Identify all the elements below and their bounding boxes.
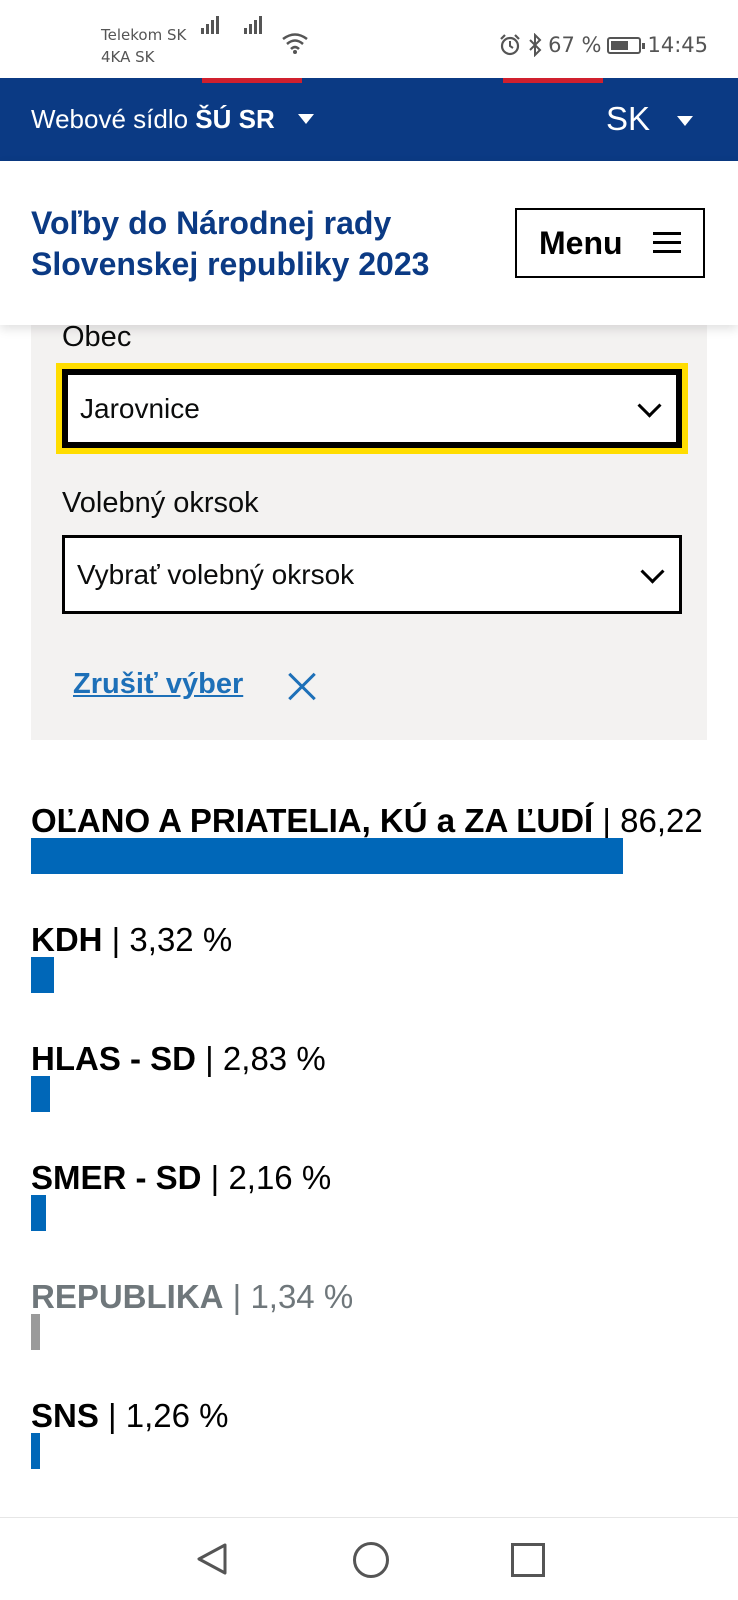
party-percent: 1,26 % xyxy=(125,1397,229,1434)
site-bar: Webové sídlo ŠÚ SR SK xyxy=(0,78,738,161)
party-result: REPUBLIKA | 1,34 % xyxy=(31,1276,353,1318)
wifi-icon xyxy=(282,33,308,54)
status-bar: Telekom SK 4KA SK 67 % 14:45 xyxy=(0,0,738,78)
okrsok-label: Volebný okrsok xyxy=(62,487,259,519)
party-name: KDH xyxy=(31,921,103,958)
system-nav-bar xyxy=(0,1517,738,1600)
menu-label: Menu xyxy=(539,224,623,261)
party-result: KDH | 3,32 % xyxy=(31,919,232,961)
okrsok-select[interactable]: Vybrať volebný okrsok xyxy=(62,535,682,614)
site-name: ŠÚ SR xyxy=(195,104,275,134)
bluetooth-icon xyxy=(529,33,542,57)
party-name: SNS xyxy=(31,1397,99,1434)
party-result-bar xyxy=(31,1433,40,1469)
battery-percent: 67 % xyxy=(548,33,602,57)
clock: 14:45 xyxy=(647,33,708,57)
flag-stripe-blue-2 xyxy=(402,78,503,83)
obec-value: Jarovnice xyxy=(80,392,200,424)
results-viewport: OĽANO A PRIATELIA, KÚ a ZA ĽUDÍ | 86,22 … xyxy=(31,800,706,1500)
flag-stripe-red-2 xyxy=(503,78,603,83)
party-percent: 2,83 % xyxy=(222,1040,326,1077)
party-result: OĽANO A PRIATELIA, KÚ a ZA ĽUDÍ | 86,22 … xyxy=(31,800,706,842)
chevron-down-icon xyxy=(637,393,662,418)
language-caret-icon[interactable] xyxy=(677,116,693,126)
menu-button[interactable]: Menu xyxy=(515,208,705,278)
party-percent: 3,32 % xyxy=(129,921,233,958)
hamburger-icon xyxy=(653,232,681,254)
party-percent: 2,16 % xyxy=(228,1159,332,1196)
flag-stripe-red xyxy=(202,78,302,83)
separator: | xyxy=(223,1278,251,1315)
close-icon[interactable] xyxy=(286,671,318,703)
party-percent: 86,22 % xyxy=(620,802,706,839)
site-switcher[interactable]: Webové sídlo ŠÚ SR xyxy=(31,100,275,138)
alarm-icon xyxy=(500,34,520,56)
obec-label: Obec xyxy=(62,321,132,353)
party-result: SMER - SD | 2,16 % xyxy=(31,1157,331,1199)
party-percent: 1,34 % xyxy=(250,1278,354,1315)
okrsok-value: Vybrať volebný okrsok xyxy=(77,558,355,590)
chevron-down-icon-2 xyxy=(640,559,665,584)
separator: | xyxy=(98,1397,126,1434)
recent-apps-icon[interactable] xyxy=(511,1543,545,1577)
party-result-bar xyxy=(31,1314,40,1350)
filter-panel: Obec Jarovnice Volebný okrsok Vybrať vol… xyxy=(31,321,707,740)
caret-down-icon[interactable] xyxy=(298,114,314,124)
party-result: SNS | 1,26 % xyxy=(31,1395,229,1437)
language-switcher[interactable]: SK xyxy=(606,98,650,140)
carrier-info: Telekom SK 4KA SK xyxy=(101,24,186,68)
home-icon[interactable] xyxy=(353,1542,389,1578)
clear-selection-link[interactable]: Zrušiť výber xyxy=(73,668,243,701)
party-result-bar xyxy=(31,1195,46,1231)
separator: | xyxy=(196,1040,223,1077)
party-result-bar xyxy=(31,1076,50,1112)
party-name: OĽANO A PRIATELIA, KÚ a ZA ĽUDÍ xyxy=(31,802,594,839)
party-result-bar xyxy=(31,838,623,874)
party-name: SMER - SD xyxy=(31,1159,202,1196)
separator: | xyxy=(201,1159,229,1196)
party-result: HLAS - SD | 2,83 % xyxy=(31,1038,326,1080)
status-icons: 67 % 14:45 xyxy=(498,30,708,60)
separator: | xyxy=(102,921,130,958)
page-title: Voľby do Národnej rady Slovenskej republ… xyxy=(31,205,430,282)
party-name: REPUBLIKA xyxy=(31,1278,224,1315)
flag-stripe-blue xyxy=(101,78,202,83)
obec-select[interactable]: Jarovnice xyxy=(56,363,688,454)
separator: | xyxy=(593,802,621,839)
carrier-name: Telekom SK xyxy=(101,26,187,44)
battery-icon xyxy=(607,36,646,54)
site-prefix: Webové sídlo xyxy=(31,104,189,134)
page-header: Voľby do Národnej rady Slovenskej republ… xyxy=(0,161,738,325)
party-result-bar xyxy=(31,957,54,993)
carrier-network: 4KA SK xyxy=(101,48,155,66)
party-name: HLAS - SD xyxy=(31,1040,196,1077)
back-icon[interactable] xyxy=(195,1542,229,1576)
